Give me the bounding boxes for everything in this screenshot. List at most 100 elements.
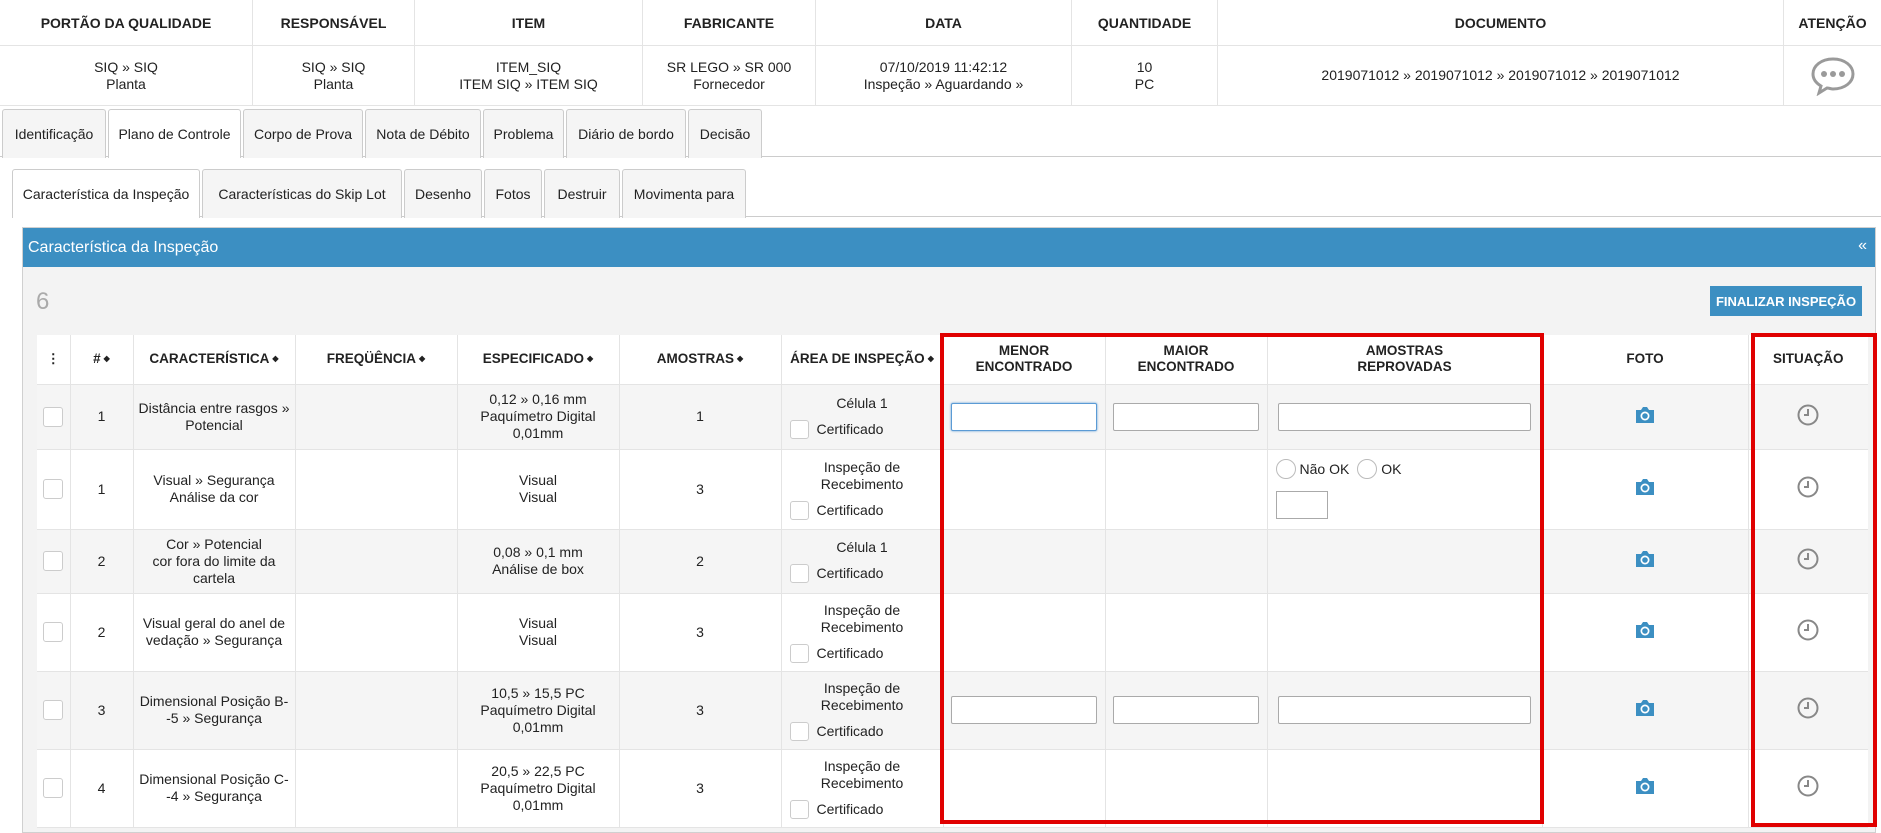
camera-icon[interactable] bbox=[1634, 777, 1656, 799]
certificado-checkbox[interactable] bbox=[789, 564, 809, 583]
row-amostras: 3 bbox=[619, 749, 782, 828]
header-col-portao: PORTÃO DA QUALIDADE SIQ » SIQ Planta bbox=[0, 0, 253, 105]
radio-circle[interactable] bbox=[1357, 459, 1378, 479]
clock-icon[interactable] bbox=[1797, 476, 1819, 502]
row-frequencia bbox=[295, 529, 458, 594]
caracteristica-line: Distância entre rasgos » bbox=[138, 399, 290, 416]
tab-movimenta-para[interactable]: Movimenta para bbox=[622, 169, 746, 218]
header-title: DOCUMENTO bbox=[1218, 0, 1783, 46]
especificado-line: Paquímetro Digital bbox=[480, 701, 596, 718]
header-title: PORTÃO DA QUALIDADE bbox=[0, 0, 252, 46]
camera-icon[interactable] bbox=[1634, 699, 1656, 721]
certificado-checkbox[interactable] bbox=[789, 721, 809, 741]
amostras-reprovadas-input[interactable] bbox=[1278, 696, 1531, 724]
table-row: 4 Dimensional Posição C- -4 » Segurança 2… bbox=[37, 749, 1868, 828]
especificado-line: 0,01mm bbox=[512, 796, 564, 813]
camera-icon[interactable] bbox=[1634, 478, 1656, 500]
tab-desenho[interactable]: Desenho bbox=[404, 169, 482, 218]
speech-bubble-icon[interactable] bbox=[1810, 56, 1856, 96]
header-col-quantidade: QUANTIDADE 10 PC bbox=[1072, 0, 1218, 105]
menor-encontrado-input[interactable] bbox=[951, 696, 1097, 724]
clock-icon[interactable] bbox=[1797, 548, 1819, 574]
radio-circle[interactable] bbox=[1275, 459, 1296, 479]
clock-icon[interactable] bbox=[1797, 619, 1819, 645]
row-especificado: 0,12 » 0,16 mm Paquímetro Digital 0,01mm bbox=[457, 384, 620, 450]
row-checkbox[interactable] bbox=[43, 406, 64, 427]
row-frequencia bbox=[295, 449, 458, 530]
tab-identificacao[interactable]: Identificação bbox=[2, 109, 106, 158]
header-value-line1: SIQ » SIQ bbox=[94, 58, 158, 75]
certificado-checkbox[interactable] bbox=[789, 500, 809, 520]
col-header-label: MAIOR bbox=[1163, 343, 1209, 359]
row-checkbox[interactable] bbox=[43, 622, 64, 642]
finalizar-inspecao-button[interactable]: FINALIZAR INSPEÇÃO bbox=[1710, 286, 1862, 316]
table-row: 2 Visual geral do anel de vedação » Segur… bbox=[37, 593, 1868, 672]
maior-encontrado-input[interactable] bbox=[1113, 402, 1259, 431]
certificado-checkbox[interactable] bbox=[789, 419, 809, 439]
clock-icon[interactable] bbox=[1797, 404, 1819, 430]
col-header-amostras[interactable]: AMOSTRAS ◆ bbox=[619, 335, 782, 385]
row-area: Inspeção de Recebimento Certificado bbox=[781, 749, 944, 828]
collapse-icon[interactable]: « bbox=[1858, 237, 1867, 255]
col-header-label: ÁREA DE INSPEÇÃO bbox=[790, 351, 925, 367]
tab-corpo-de-prova[interactable]: Corpo de Prova bbox=[243, 109, 363, 158]
amostras-reprovadas-input[interactable] bbox=[1275, 491, 1328, 519]
tab-caracteristicas-skip-lot[interactable]: Características do Skip Lot bbox=[202, 169, 402, 218]
col-header-num[interactable]: # ◆ bbox=[70, 335, 134, 385]
caracteristica-line: cartela bbox=[192, 569, 236, 586]
row-especificado: 0,08 » 0,1 mm Análise de box bbox=[457, 529, 620, 594]
header-value: SR LEGO » SR 000 Fornecedor bbox=[643, 46, 815, 105]
certificado-checkbox[interactable] bbox=[789, 643, 809, 663]
tab-destruir[interactable]: Destruir bbox=[544, 169, 620, 218]
header-title: FABRICANTE bbox=[643, 0, 815, 46]
camera-icon[interactable] bbox=[1634, 406, 1656, 428]
column-menu-icon[interactable]: ⋮ bbox=[37, 335, 71, 385]
col-header-maior: MAIOR ENCONTRADO bbox=[1105, 335, 1268, 385]
header-value-line2: Inspeção » Aguardando » bbox=[863, 75, 1024, 92]
header-title: DATA bbox=[816, 0, 1071, 46]
row-checkbox[interactable] bbox=[43, 700, 64, 720]
row-checkbox[interactable] bbox=[43, 778, 64, 798]
radio-ok[interactable]: OK bbox=[1357, 459, 1401, 479]
menor-encontrado-input[interactable] bbox=[951, 402, 1097, 431]
clock-icon[interactable] bbox=[1797, 697, 1819, 723]
header-value-line2: Fornecedor bbox=[693, 75, 765, 92]
camera-icon[interactable] bbox=[1634, 550, 1656, 572]
camera-icon[interactable] bbox=[1634, 621, 1656, 643]
tab-fotos[interactable]: Fotos bbox=[484, 169, 542, 218]
tab-decisao[interactable]: Decisão bbox=[688, 109, 762, 158]
caracteristica-line: Potencial bbox=[185, 416, 243, 433]
certificado-checkbox[interactable] bbox=[789, 799, 809, 819]
col-header-label: AMOSTRAS bbox=[1365, 343, 1444, 359]
row-checkbox[interactable] bbox=[43, 479, 64, 499]
especificado-line: 10,5 » 15,5 PC bbox=[491, 684, 585, 701]
caracteristica-line: -5 » Segurança bbox=[166, 710, 262, 726]
tab-plano-de-controle[interactable]: Plano de Controle bbox=[108, 109, 241, 158]
tab-diario-de-bordo[interactable]: Diário de bordo bbox=[566, 109, 686, 158]
clock-icon[interactable] bbox=[1797, 775, 1819, 801]
header-value: SIQ » SIQ Planta bbox=[0, 46, 252, 105]
row-especificado: 20,5 » 22,5 PC Paquímetro Digital 0,01mm bbox=[457, 749, 620, 828]
tab-caracteristica-da-inspecao[interactable]: Característica da Inspeção bbox=[12, 169, 200, 218]
row-checkbox[interactable] bbox=[43, 551, 64, 571]
area-line: Inspeção de bbox=[823, 458, 901, 475]
area-line: Inspeção de bbox=[823, 679, 901, 696]
table-header-row: ⋮ # ◆ CARACTERÍSTICA ◆ FREQÜÊNCIA ◆ ESPECIF… bbox=[37, 335, 1868, 385]
header-col-data: DATA 07/10/2019 11:42:12 Inspeção » Aguar… bbox=[816, 0, 1072, 105]
caracteristica-line: Dimensional Posição B- bbox=[139, 693, 289, 709]
col-header-especificado[interactable]: ESPECIFICADO ◆ bbox=[457, 335, 620, 385]
maior-encontrado-input[interactable] bbox=[1113, 696, 1259, 724]
col-header-frequencia[interactable]: FREQÜÊNCIA ◆ bbox=[295, 335, 458, 385]
row-caracteristica: Visual geral do anel de vedação » Seguran… bbox=[133, 593, 296, 672]
col-header-caracteristica[interactable]: CARACTERÍSTICA ◆ bbox=[133, 335, 296, 385]
radio-nao-ok[interactable]: Não OK bbox=[1275, 459, 1349, 479]
amostras-reprovadas-input[interactable] bbox=[1278, 402, 1531, 431]
row-especificado: Visual Visual bbox=[457, 449, 620, 530]
col-header-area[interactable]: ÁREA DE INSPEÇÃO ◆ bbox=[781, 335, 944, 385]
tab-nota-de-debito[interactable]: Nota de Débito bbox=[365, 109, 481, 158]
header-value bbox=[1784, 46, 1881, 105]
header-title: ATENÇÃO bbox=[1784, 0, 1881, 46]
tab-problema[interactable]: Problema bbox=[483, 109, 564, 158]
especificado-line: Visual bbox=[519, 632, 557, 648]
row-num: 4 bbox=[70, 749, 134, 828]
